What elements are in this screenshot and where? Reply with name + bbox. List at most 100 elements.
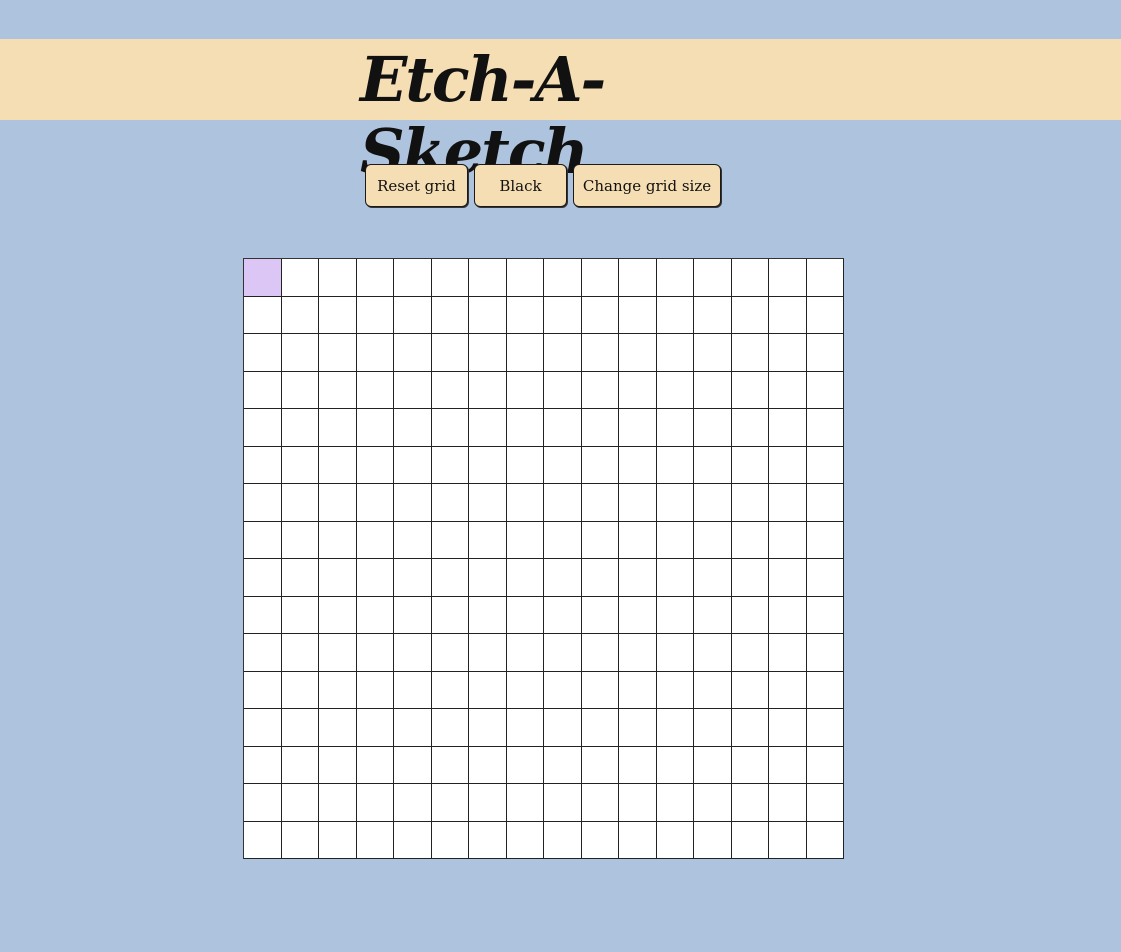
grid-cell[interactable] <box>394 409 432 447</box>
grid-cell[interactable] <box>769 446 807 484</box>
grid-cell[interactable] <box>281 559 319 597</box>
grid-cell[interactable] <box>544 821 582 859</box>
grid-cell[interactable] <box>319 409 357 447</box>
grid-cell[interactable] <box>806 709 844 747</box>
grid-cell[interactable] <box>356 446 394 484</box>
grid-cell[interactable] <box>244 296 282 334</box>
grid-cell[interactable] <box>394 784 432 822</box>
grid-cell[interactable] <box>544 259 582 297</box>
grid-cell[interactable] <box>619 259 657 297</box>
grid-cell[interactable] <box>394 371 432 409</box>
grid-cell[interactable] <box>394 259 432 297</box>
grid-cell[interactable] <box>656 259 694 297</box>
grid-cell[interactable] <box>319 484 357 522</box>
grid-cell[interactable] <box>731 334 769 372</box>
grid-cell[interactable] <box>769 746 807 784</box>
grid-cell[interactable] <box>581 334 619 372</box>
grid-cell[interactable] <box>431 259 469 297</box>
grid-cell[interactable] <box>244 821 282 859</box>
grid-cell[interactable] <box>731 446 769 484</box>
grid-cell[interactable] <box>806 559 844 597</box>
grid-cell[interactable] <box>619 746 657 784</box>
grid-cell[interactable] <box>544 559 582 597</box>
grid-cell[interactable] <box>469 484 507 522</box>
grid-cell[interactable] <box>394 446 432 484</box>
grid-cell[interactable] <box>731 371 769 409</box>
grid-cell[interactable] <box>694 821 732 859</box>
grid-cell[interactable] <box>506 784 544 822</box>
grid-cell[interactable] <box>694 484 732 522</box>
grid-cell[interactable] <box>806 821 844 859</box>
grid-cell[interactable] <box>656 709 694 747</box>
grid-cell[interactable] <box>769 634 807 672</box>
grid-cell[interactable] <box>544 596 582 634</box>
grid-cell[interactable] <box>244 259 282 297</box>
grid-cell[interactable] <box>469 446 507 484</box>
grid-cell[interactable] <box>544 371 582 409</box>
grid-cell[interactable] <box>581 409 619 447</box>
grid-cell[interactable] <box>506 821 544 859</box>
grid-cell[interactable] <box>244 371 282 409</box>
grid-cell[interactable] <box>544 634 582 672</box>
grid-cell[interactable] <box>431 709 469 747</box>
grid-cell[interactable] <box>581 446 619 484</box>
grid-cell[interactable] <box>281 784 319 822</box>
grid-cell[interactable] <box>694 671 732 709</box>
grid-cell[interactable] <box>431 484 469 522</box>
grid-cell[interactable] <box>694 784 732 822</box>
grid-cell[interactable] <box>694 446 732 484</box>
grid-cell[interactable] <box>244 484 282 522</box>
grid-cell[interactable] <box>731 259 769 297</box>
grid-cell[interactable] <box>581 259 619 297</box>
grid-cell[interactable] <box>431 334 469 372</box>
grid-cell[interactable] <box>394 709 432 747</box>
grid-cell[interactable] <box>694 334 732 372</box>
grid-cell[interactable] <box>619 709 657 747</box>
grid-cell[interactable] <box>656 446 694 484</box>
grid-cell[interactable] <box>319 521 357 559</box>
grid-cell[interactable] <box>319 259 357 297</box>
grid-cell[interactable] <box>619 821 657 859</box>
grid-cell[interactable] <box>769 409 807 447</box>
grid-cell[interactable] <box>769 521 807 559</box>
grid-cell[interactable] <box>469 709 507 747</box>
grid-cell[interactable] <box>769 334 807 372</box>
grid-cell[interactable] <box>319 821 357 859</box>
grid-cell[interactable] <box>356 409 394 447</box>
grid-cell[interactable] <box>506 446 544 484</box>
grid-cell[interactable] <box>356 634 394 672</box>
grid-cell[interactable] <box>806 634 844 672</box>
grid-cell[interactable] <box>619 484 657 522</box>
grid-cell[interactable] <box>244 409 282 447</box>
grid-cell[interactable] <box>506 521 544 559</box>
grid-cell[interactable] <box>356 784 394 822</box>
grid-cell[interactable] <box>544 446 582 484</box>
grid-cell[interactable] <box>619 784 657 822</box>
grid-cell[interactable] <box>469 259 507 297</box>
grid-cell[interactable] <box>431 596 469 634</box>
grid-cell[interactable] <box>244 671 282 709</box>
grid-cell[interactable] <box>619 634 657 672</box>
grid-cell[interactable] <box>281 334 319 372</box>
grid-cell[interactable] <box>694 634 732 672</box>
grid-cell[interactable] <box>319 334 357 372</box>
reset-grid-button[interactable]: Reset grid <box>365 164 468 207</box>
grid-cell[interactable] <box>281 709 319 747</box>
grid-cell[interactable] <box>244 559 282 597</box>
grid-cell[interactable] <box>394 334 432 372</box>
grid-cell[interactable] <box>281 484 319 522</box>
grid-cell[interactable] <box>619 671 657 709</box>
grid-cell[interactable] <box>319 784 357 822</box>
grid-cell[interactable] <box>281 371 319 409</box>
grid-cell[interactable] <box>656 596 694 634</box>
grid-cell[interactable] <box>619 596 657 634</box>
grid-cell[interactable] <box>581 559 619 597</box>
grid-cell[interactable] <box>356 596 394 634</box>
grid-cell[interactable] <box>394 821 432 859</box>
grid-cell[interactable] <box>281 596 319 634</box>
grid-cell[interactable] <box>394 746 432 784</box>
grid-cell[interactable] <box>581 671 619 709</box>
grid-cell[interactable] <box>694 709 732 747</box>
grid-cell[interactable] <box>469 784 507 822</box>
grid-cell[interactable] <box>619 559 657 597</box>
